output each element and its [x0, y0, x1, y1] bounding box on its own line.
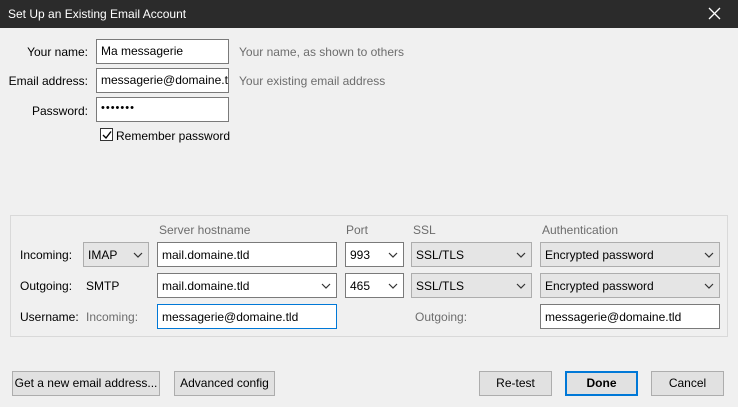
window-title: Set Up an Existing Email Account: [8, 7, 187, 21]
chevron-down-icon: [321, 283, 331, 289]
outgoing-port-value: 465: [350, 279, 371, 293]
your-name-hint: Your name, as shown to others: [239, 45, 404, 59]
column-authentication: Authentication: [542, 223, 619, 237]
chevron-down-icon: [516, 252, 526, 258]
remember-password-label[interactable]: Remember password: [116, 129, 230, 143]
your-name-input[interactable]: Ma messagerie: [96, 39, 229, 64]
remember-password-checkbox[interactable]: [100, 128, 113, 141]
password-label: Password:: [31, 104, 88, 118]
incoming-label: Incoming:: [20, 248, 73, 262]
chevron-down-icon: [133, 252, 143, 258]
email-address-input[interactable]: messagerie@domaine.tld: [96, 68, 229, 93]
incoming-auth-value: Encrypted password: [545, 248, 654, 262]
incoming-ssl-select[interactable]: SSL/TLS: [411, 242, 532, 267]
incoming-hostname-input[interactable]: mail.domaine.tld: [157, 242, 337, 267]
outgoing-hostname-select[interactable]: mail.domaine.tld: [157, 273, 337, 298]
email-address-hint: Your existing email address: [239, 74, 386, 88]
outgoing-auth-select[interactable]: Encrypted password: [540, 273, 720, 298]
outgoing-username-input[interactable]: messagerie@domaine.tld: [540, 304, 720, 329]
column-server-hostname: Server hostname: [159, 223, 251, 237]
checkmark-icon: [102, 131, 112, 140]
password-input[interactable]: •••••••: [96, 97, 229, 122]
column-ssl: SSL: [413, 223, 436, 237]
outgoing-port-select[interactable]: 465: [345, 273, 404, 298]
chevron-down-icon: [388, 283, 398, 289]
outgoing-hostname-value: mail.domaine.tld: [162, 279, 250, 293]
chevron-down-icon: [516, 283, 526, 289]
outgoing-ssl-select[interactable]: SSL/TLS: [411, 273, 532, 298]
incoming-port-value: 993: [350, 248, 371, 262]
column-port: Port: [346, 223, 369, 237]
outgoing-auth-value: Encrypted password: [545, 279, 654, 293]
incoming-port-select[interactable]: 993: [345, 242, 404, 267]
incoming-protocol-select[interactable]: IMAP: [83, 242, 149, 267]
close-icon: [708, 7, 721, 20]
retest-button[interactable]: Re-test: [479, 371, 552, 396]
username-incoming-label: Incoming:: [86, 310, 139, 324]
advanced-config-button[interactable]: Advanced config: [174, 371, 275, 396]
get-new-email-button[interactable]: Get a new email address...: [12, 371, 160, 396]
chevron-down-icon: [704, 283, 714, 289]
email-address-label: Email address:: [8, 74, 88, 88]
done-button[interactable]: Done: [565, 371, 638, 396]
title-bar: Set Up an Existing Email Account: [0, 0, 738, 28]
incoming-auth-select[interactable]: Encrypted password: [540, 242, 720, 267]
chevron-down-icon: [388, 252, 398, 258]
username-label: Username:: [20, 310, 79, 324]
cancel-button[interactable]: Cancel: [651, 371, 724, 396]
incoming-username-input[interactable]: messagerie@domaine.tld: [157, 304, 337, 329]
your-name-label: Your name:: [27, 45, 88, 59]
incoming-protocol-value: IMAP: [88, 248, 118, 262]
outgoing-ssl-value: SSL/TLS: [416, 279, 465, 293]
close-button[interactable]: [692, 0, 738, 28]
incoming-ssl-value: SSL/TLS: [416, 248, 465, 262]
username-outgoing-label: Outgoing:: [415, 310, 468, 324]
outgoing-label: Outgoing:: [20, 279, 73, 293]
chevron-down-icon: [704, 252, 714, 258]
outgoing-protocol: SMTP: [86, 279, 120, 293]
